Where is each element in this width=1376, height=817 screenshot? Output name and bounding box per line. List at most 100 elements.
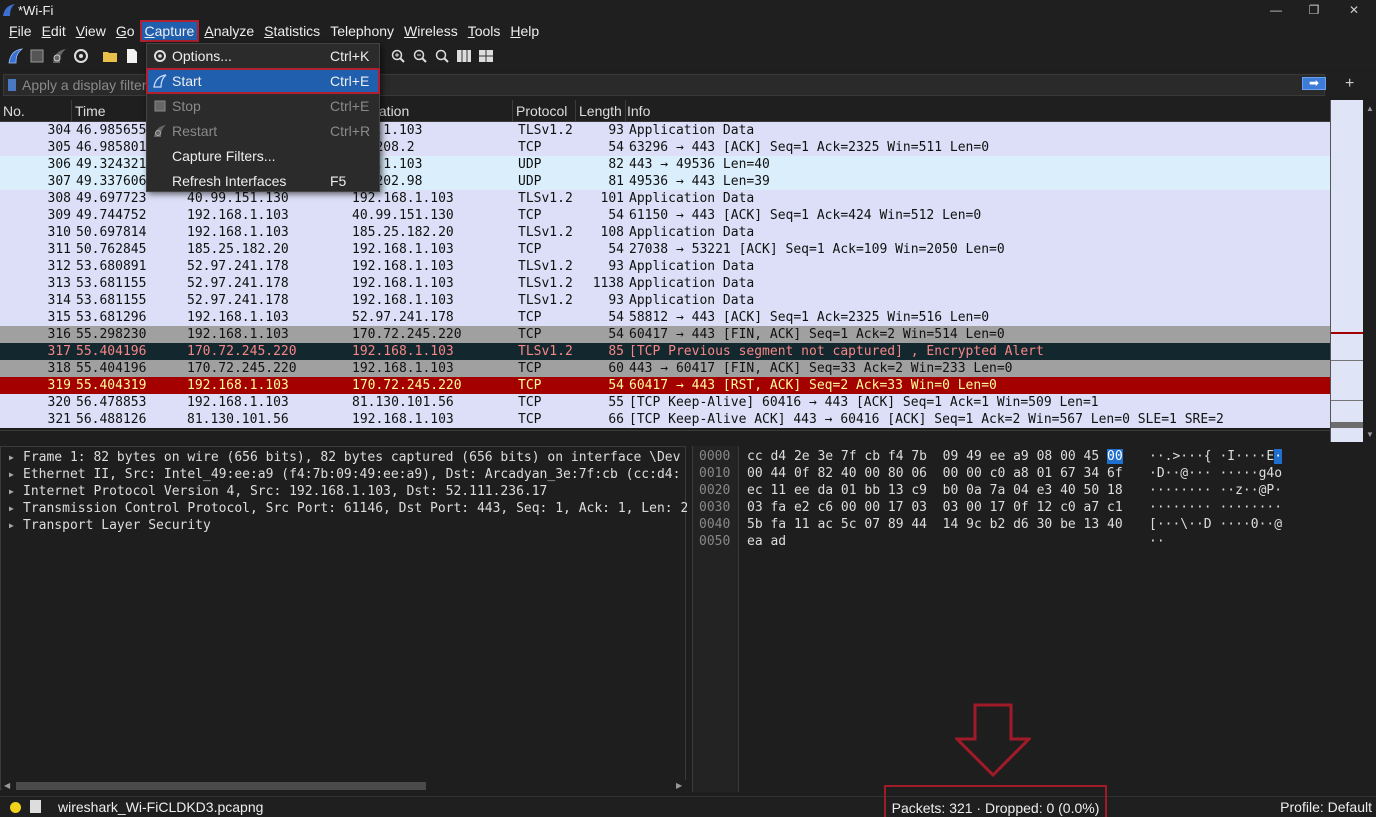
packet-row[interactable]: 318 55.404196 170.72.245.220 192.168.1.103 T… [0, 360, 1330, 377]
packet-cell-src: 192.168.1.103 [187, 395, 289, 410]
capture-menu-item-restart[interactable]: Restart Ctrl+R [147, 119, 379, 143]
packet-row[interactable]: 312 53.680891 52.97.241.178 192.168.1.103 TL… [0, 258, 1330, 275]
packet-cell-time: 50.762845 [76, 242, 147, 257]
capture-menu-item-options[interactable]: Options... Ctrl+K [147, 44, 379, 68]
scrollbar-thumb[interactable] [16, 782, 426, 790]
packet-cell-no: 310 [47, 225, 71, 240]
ascii-text: ·D··@··· ·····g4o [1149, 466, 1283, 481]
byte-offset: 0050 [699, 534, 731, 549]
detail-tree-item[interactable]: ▶ Internet Protocol Version 4, Src: 192.1… [1, 483, 687, 500]
zoom-out-icon[interactable] [412, 48, 428, 64]
column-header-destination[interactable]: ination [365, 100, 513, 122]
menu-telephony[interactable]: Telephony [325, 20, 399, 42]
detail-tree-item[interactable]: ▶ Frame 1: 82 bytes on wire (656 bits), 8… [1, 449, 687, 466]
packet-row[interactable]: 315 53.681296 192.168.1.103 52.97.241.178 TC… [0, 309, 1330, 326]
expert-info-icon[interactable] [10, 802, 21, 813]
byte-hex[interactable]: 00 44 0f 82 40 00 80 06 00 00 c0 a8 01 6… [747, 465, 1123, 482]
detail-tree-item[interactable]: ▶ Transport Layer Security [1, 517, 687, 534]
byte-ascii[interactable]: ········ ··z··@P· [1149, 482, 1282, 499]
byte-ascii[interactable]: [···\··D ····0··@ [1149, 516, 1282, 533]
packet-cell-time: 49.324321 [76, 157, 147, 172]
menu-wireless[interactable]: Wireless [399, 20, 463, 42]
close-button[interactable]: ✕ [1334, 0, 1374, 20]
resize-columns-icon[interactable] [456, 48, 472, 64]
start-capture-icon[interactable] [7, 48, 23, 64]
stop-capture-icon[interactable] [29, 48, 45, 64]
menu-view[interactable]: View [71, 20, 111, 42]
expand-arrow-icon[interactable]: ▶ [9, 483, 14, 500]
column-header-no[interactable]: No. [0, 100, 72, 122]
packet-row[interactable]: 311 50.762845 185.25.182.20 192.168.1.103 TC… [0, 241, 1330, 258]
packet-row[interactable]: 317 55.404196 170.72.245.220 192.168.1.103 T… [0, 343, 1330, 360]
packet-row[interactable]: 321 56.488126 81.130.101.56 192.168.1.103 TC… [0, 411, 1330, 428]
byte-hex[interactable]: cc d4 2e 3e 7f cb f4 7b 09 49 ee a9 08 0… [747, 448, 1123, 465]
packet-row[interactable]: 314 53.681155 52.97.241.178 192.168.1.103 TL… [0, 292, 1330, 309]
byte-ascii[interactable]: ········ ········ [1149, 499, 1282, 516]
packet-list-scrollbar[interactable]: ▲ ▼ [1364, 100, 1376, 442]
menu-statistics[interactable]: Statistics [259, 20, 325, 42]
profile-indicator[interactable]: Profile: Default [1280, 799, 1372, 815]
capture-menu-item-stop[interactable]: Stop Ctrl+E [147, 94, 379, 118]
packet-cell-src: 52.97.241.178 [187, 293, 289, 308]
packet-cell-time: 49.337606 [76, 174, 147, 189]
column-header-info[interactable]: Info [624, 100, 1330, 122]
expand-arrow-icon[interactable]: ▶ [9, 500, 14, 517]
packet-minimap[interactable] [1330, 100, 1363, 442]
menu-mnemonic: C [144, 23, 155, 39]
menu-go[interactable]: Go [111, 20, 140, 42]
packet-cell-proto: TLSv1.2 [518, 276, 573, 291]
byte-hex[interactable]: 5b fa 11 ac 5c 07 89 44 14 9c b2 d6 30 b… [747, 516, 1123, 533]
byte-ascii[interactable]: ·D··@··· ·····g4o [1149, 465, 1282, 482]
menu-edit[interactable]: Edit [37, 20, 71, 42]
capture-menu-item-capture-filters[interactable]: Capture Filters... [147, 144, 379, 168]
zoom-normal-icon[interactable] [434, 48, 450, 64]
capture-comment-icon[interactable] [30, 800, 41, 813]
zoom-in-icon[interactable] [390, 48, 406, 64]
bookmark-icon[interactable] [8, 79, 16, 91]
open-file-icon[interactable] [102, 48, 118, 64]
packet-row[interactable]: 309 49.744752 192.168.1.103 40.99.151.130 TC… [0, 207, 1330, 224]
detail-tree-item[interactable]: ▶ Ethernet II, Src: Intel_49:ee:a9 (f4:7b… [1, 466, 687, 483]
packet-cell-proto: TLSv1.2 [518, 225, 573, 240]
pane-splitter[interactable] [0, 430, 1330, 442]
expand-columns-icon[interactable] [478, 48, 494, 64]
restart-capture-icon[interactable] [51, 48, 67, 64]
packet-row[interactable]: 316 55.298230 192.168.1.103 170.72.245.220 T… [0, 326, 1330, 343]
save-file-icon[interactable] [124, 48, 140, 64]
capture-options-icon[interactable] [73, 48, 89, 64]
packet-cell-len: 101 [600, 191, 624, 206]
maximize-button[interactable]: ❐ [1294, 0, 1334, 20]
add-filter-button-icon[interactable]: + [1345, 76, 1354, 92]
detail-tree-item[interactable]: ▶ Transmission Control Protocol, Src Port… [1, 500, 687, 517]
byte-ascii[interactable]: ·· [1149, 533, 1165, 550]
expand-arrow-icon[interactable]: ▶ [9, 449, 14, 466]
byte-hex[interactable]: 03 fa e2 c6 00 00 17 03 03 00 17 0f 12 c… [747, 499, 1123, 516]
menu-tools[interactable]: Tools [463, 20, 506, 42]
packet-cell-info: 60417 → 443 [FIN, ACK] Seq=1 Ack=2 Win=5… [629, 327, 1005, 342]
packet-row[interactable]: 320 56.478853 192.168.1.103 81.130.101.56 TC… [0, 394, 1330, 411]
menu-capture[interactable]: Capture [139, 20, 200, 42]
apply-filter-arrow-icon[interactable]: ➡ [1302, 77, 1326, 90]
packet-row[interactable]: 319 55.404319 192.168.1.103 170.72.245.220 T… [0, 377, 1330, 394]
minimize-button[interactable]: — [1256, 0, 1296, 20]
capture-menu-item-start[interactable]: Start Ctrl+E [146, 68, 380, 94]
byte-ascii[interactable]: ··.>···{ ·I····E· [1149, 448, 1283, 465]
expand-arrow-icon[interactable]: ▶ [9, 517, 14, 534]
menu-analyze[interactable]: Analyze [199, 20, 259, 42]
column-header-protocol[interactable]: Protocol [513, 100, 576, 122]
packet-cell-info: 63296 → 443 [ACK] Seq=1 Ack=2325 Win=511… [629, 140, 990, 155]
menu-help[interactable]: Help [505, 20, 544, 42]
packet-cell-dst: 192.168.1.103 [352, 259, 454, 274]
column-header-time[interactable]: Time [72, 100, 148, 122]
byte-hex[interactable]: ec 11 ee da 01 bb 13 c9 b0 0a 7a 04 e3 4… [747, 482, 1123, 499]
packet-row[interactable]: 310 50.697814 192.168.1.103 185.25.182.20 TL… [0, 224, 1330, 241]
menu-file[interactable]: File [4, 20, 37, 42]
capture-menu-item-refresh-interfaces[interactable]: Refresh Interfaces F5 [147, 169, 379, 193]
packet-cell-len: 54 [608, 242, 624, 257]
packet-row[interactable]: 313 53.681155 52.97.241.178 192.168.1.103 TL… [0, 275, 1330, 292]
expand-arrow-icon[interactable]: ▶ [9, 466, 14, 483]
byte-hex[interactable]: ea ad [747, 533, 786, 550]
packet-cell-proto: TLSv1.2 [518, 123, 573, 138]
details-horizontal-scrollbar[interactable]: ◀ ▶ [2, 780, 686, 792]
column-header-length[interactable]: Length [576, 100, 626, 122]
